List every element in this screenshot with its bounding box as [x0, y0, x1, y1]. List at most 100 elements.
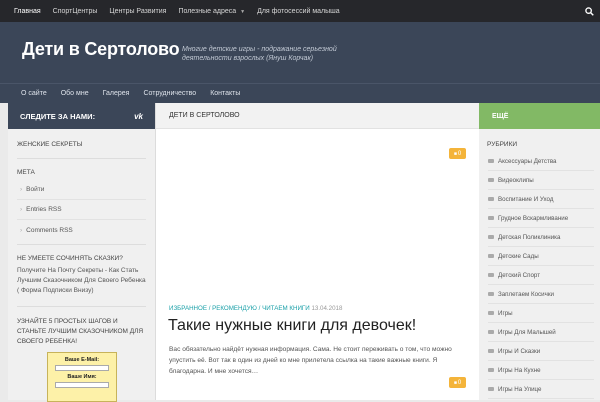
rubric-label: Аксессуары Детства: [498, 157, 557, 165]
rubric-link[interactable]: Аксессуары Детства: [488, 152, 594, 171]
folder-icon: [488, 216, 494, 220]
rubrics-list: Аксессуары Детства Видеоклипы Воспитание И…: [479, 152, 600, 399]
folder-icon: [488, 178, 494, 182]
follow-us-bar: СЛЕДИТЕ ЗА НАМИ: vk: [8, 103, 155, 129]
widget-title-women-secrets: ЖЕНСКИЕ СЕКРЕТЫ: [17, 141, 83, 148]
rubric-label: Игры На Кухне: [498, 366, 541, 374]
rubric-label: Детская Поликлиника: [498, 233, 561, 241]
rubric-link[interactable]: Видеоклипы: [488, 171, 594, 190]
site-header: Дети в Сертолово Многие детские игры - п…: [0, 22, 600, 83]
meta-entries-rss-link[interactable]: › Entries RSS: [17, 200, 146, 220]
nav-cooperation[interactable]: Сотрудничество: [136, 90, 203, 97]
divider: [17, 158, 146, 159]
category-link[interactable]: ИЗБРАННОЕ: [169, 305, 207, 312]
site-title[interactable]: Дети в Сертолово: [22, 39, 180, 60]
rubric-link[interactable]: Воспитание И Уход: [488, 190, 594, 209]
arrow-icon: ›: [20, 186, 23, 193]
rubric-link[interactable]: Детский Спорт: [488, 266, 594, 285]
rubric-label: Игры Для Малышей: [498, 328, 556, 336]
meta-login-link[interactable]: › Войти: [17, 180, 146, 200]
comment-icon: ■: [453, 150, 457, 157]
comment-count: 0: [457, 150, 462, 157]
folder-icon: [488, 349, 494, 353]
nav-about-me[interactable]: Обо мне: [54, 90, 96, 97]
top-nav-dev-centers[interactable]: Центры Развития: [103, 8, 172, 15]
post-title[interactable]: Такие нужные книги для девочек!: [168, 317, 416, 335]
top-nav-home[interactable]: Главная: [8, 8, 47, 15]
widget-title-tales: НЕ УМЕЕТЕ СОЧИНЯТЬ СКАЗКИ?: [17, 255, 123, 262]
comment-icon: ■: [453, 379, 457, 386]
nav-gallery[interactable]: Галерея: [96, 90, 137, 97]
nav-about-site[interactable]: О сайте: [14, 90, 54, 97]
chevron-down-icon: ▼: [240, 8, 246, 15]
name-label: Ваше Имя:: [67, 374, 97, 380]
right-sidebar: ЕЩЁ РУБРИКИ Аксессуары Детства Видеоклипы…: [479, 103, 600, 400]
main-nav: О сайте Обо мне Галерея Сотрудничество К…: [0, 83, 600, 103]
more-heading: ЕЩЁ: [479, 103, 600, 129]
rubric-link[interactable]: Детские Сады: [488, 247, 594, 266]
vk-icon[interactable]: vk: [134, 112, 143, 121]
rubric-link[interactable]: Игры И Сказки: [488, 342, 594, 361]
rubric-link[interactable]: Заплетаем Косички: [488, 285, 594, 304]
tales-link[interactable]: Получите На Почту Секреты - Как Стать Лу…: [17, 266, 146, 296]
email-label: Ваше E-Mail:: [64, 357, 100, 363]
rubric-link[interactable]: Грудное Вскармливание: [488, 209, 594, 228]
top-nav: Главная СпортЦентры Центры Развития Поле…: [0, 0, 600, 22]
meta-comments-rss-link[interactable]: › Comments RSS: [17, 220, 146, 240]
rubric-link[interactable]: Игры На Кухне: [488, 361, 594, 380]
rubric-link[interactable]: Игры: [488, 304, 594, 323]
folder-icon: [488, 292, 494, 296]
top-nav-useful-addresses[interactable]: Полезные адреса ▼: [172, 8, 251, 15]
nav-contacts[interactable]: Контакты: [203, 90, 247, 97]
divider: [17, 244, 146, 245]
folder-icon: [488, 387, 494, 391]
top-nav-useful-addresses-label: Полезные адреса: [178, 7, 237, 15]
folder-icon: [488, 273, 494, 277]
arrow-icon: ›: [20, 226, 23, 234]
comment-count-badge[interactable]: ■ 0: [449, 148, 466, 159]
subscribe-form: Ваше E-Mail: Ваше Имя:: [47, 352, 117, 402]
search-button[interactable]: [578, 0, 600, 22]
rubric-label: Воспитание И Уход: [498, 195, 554, 203]
post-excerpt: Вас обязательно найдёт нужная информация…: [169, 346, 452, 375]
widget-title-steps: УЗНАЙТЕ 5 ПРОСТЫХ ШАГОВ И СТАНЬТЕ ЛУЧШИМ…: [17, 318, 144, 345]
follow-us-label: СЛЕДИТЕ ЗА НАМИ:: [20, 111, 96, 121]
email-field[interactable]: [55, 365, 109, 371]
folder-icon: [488, 254, 494, 258]
folder-icon: [488, 159, 494, 163]
rubric-label: Игры На Улице: [498, 385, 542, 393]
widget-title-rubrics: РУБРИКИ: [487, 141, 518, 148]
top-nav-photoshoots[interactable]: Для фотосессий малыша: [251, 8, 346, 15]
rubric-label: Детские Сады: [498, 252, 539, 260]
meta-comments-rss-label: Comments RSS: [26, 226, 73, 234]
category-link[interactable]: ЧИТАЕМ КНИГИ: [262, 305, 310, 312]
content-heading: ДЕТИ В СЕРТОЛОВО: [156, 103, 479, 129]
left-sidebar: СЛЕДИТЕ ЗА НАМИ: vk ЖЕНСКИЕ СЕКРЕТЫ МЕТА…: [8, 103, 156, 402]
rubric-label: Видеоклипы: [498, 176, 534, 184]
arrow-icon: ›: [20, 206, 23, 213]
top-nav-sportcenters[interactable]: СпортЦентры: [47, 8, 104, 15]
rubric-link[interactable]: Игры Для Малышей: [488, 323, 594, 342]
post-categories: ИЗБРАННОЕ / РЕКОМЕНДУЮ / ЧИТАЕМ КНИГИ 13…: [169, 305, 343, 312]
folder-icon: [488, 311, 494, 315]
rubric-label: Игры И Сказки: [498, 347, 541, 355]
folder-icon: [488, 197, 494, 201]
main-content: ДЕТИ В СЕРТОЛОВО ■ 0 ИЗБРАННОЕ / РЕКОМЕНД…: [156, 103, 479, 400]
rubric-link[interactable]: Детская Поликлиника: [488, 228, 594, 247]
meta-entries-rss-label: Entries RSS: [26, 206, 62, 213]
folder-icon: [488, 368, 494, 372]
meta-login-label: Войти: [26, 186, 45, 193]
category-link[interactable]: РЕКОМЕНДУЮ: [212, 305, 257, 312]
widget-title-meta: МЕТА: [17, 169, 35, 176]
top-bar: Главная СпортЦентры Центры Развития Поле…: [0, 0, 600, 22]
rubric-label: Грудное Вскармливание: [498, 214, 569, 222]
folder-icon: [488, 235, 494, 239]
search-icon: [584, 6, 594, 16]
name-field[interactable]: [55, 382, 109, 388]
rubric-link[interactable]: Игры На Улице: [488, 380, 594, 399]
rubric-label: Игры: [498, 309, 513, 317]
folder-icon: [488, 330, 494, 334]
comment-count: 0: [457, 379, 462, 386]
comment-count-badge[interactable]: ■ 0: [449, 377, 466, 388]
site-tagline: Многие детские игры - подражание серьезн…: [182, 46, 337, 62]
